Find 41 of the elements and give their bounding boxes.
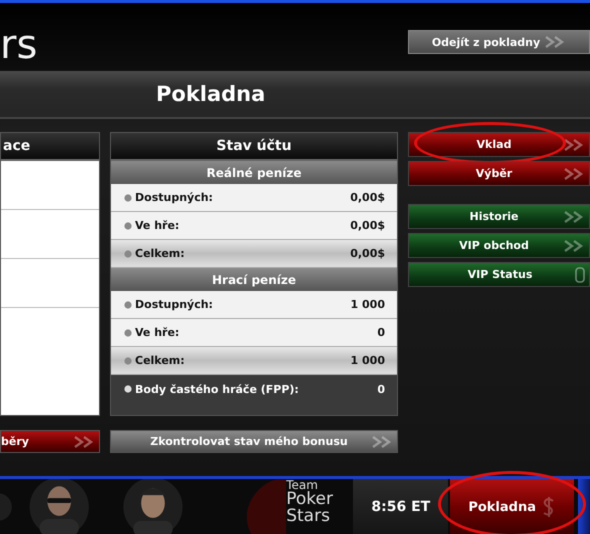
row-label: Celkem:: [135, 354, 185, 367]
row-value: 1 000: [350, 354, 385, 367]
bottom-button[interactable]: Zkontrolovat stav mého bonusu: [110, 430, 398, 453]
action-button[interactable]: VIP Status: [408, 262, 590, 287]
dollar-icon: [542, 496, 556, 518]
bullet-icon: [124, 250, 132, 258]
chevrons-icon: [73, 436, 95, 448]
bullet-icon: [124, 194, 132, 202]
chevrons-icon: [544, 36, 566, 48]
chevrons-icon: [371, 436, 393, 448]
action-button[interactable]: Vklad: [408, 132, 590, 157]
bullet-icon: [124, 222, 132, 230]
row-value: 0: [377, 326, 385, 339]
row-label: Ve hře:: [135, 326, 180, 339]
row-value: 0,00$: [350, 219, 385, 232]
action-button[interactable]: Historie: [408, 204, 590, 229]
row-label: Dostupných:: [135, 191, 213, 204]
logo-text: rs: [0, 25, 38, 70]
clock-text: 8:56 ET: [353, 479, 448, 534]
bottom-button[interactable]: běry: [0, 430, 100, 453]
panel-header: ace: [1, 133, 99, 161]
action-button[interactable]: VIP obchod: [408, 233, 590, 258]
cashier-button[interactable]: Pokladna: [450, 479, 574, 534]
panel-header: Stav účtu: [111, 133, 397, 161]
bullet-icon: [124, 300, 132, 308]
row-label: Celkem:: [135, 247, 185, 260]
row-value: 0,00$: [350, 247, 385, 260]
row-value: 0,00$: [350, 191, 385, 204]
section-header: Hrací peníze: [111, 268, 397, 291]
bullet-icon: [124, 385, 132, 393]
page-title: Pokladna: [156, 82, 266, 106]
row-value: 1 000: [350, 298, 385, 311]
bullet-icon: [124, 356, 132, 364]
action-button[interactable]: Výběr: [408, 161, 590, 186]
row-label: Body častého hráče (FPP):: [135, 382, 299, 396]
bullet-icon: [124, 328, 132, 336]
exit-button[interactable]: Odejít z pokladny: [408, 30, 590, 54]
row-label: Ve hře:: [135, 219, 180, 232]
row-label: Dostupných:: [135, 298, 213, 311]
row-value: 0: [377, 382, 385, 396]
section-header: Reálné peníze: [111, 161, 397, 184]
